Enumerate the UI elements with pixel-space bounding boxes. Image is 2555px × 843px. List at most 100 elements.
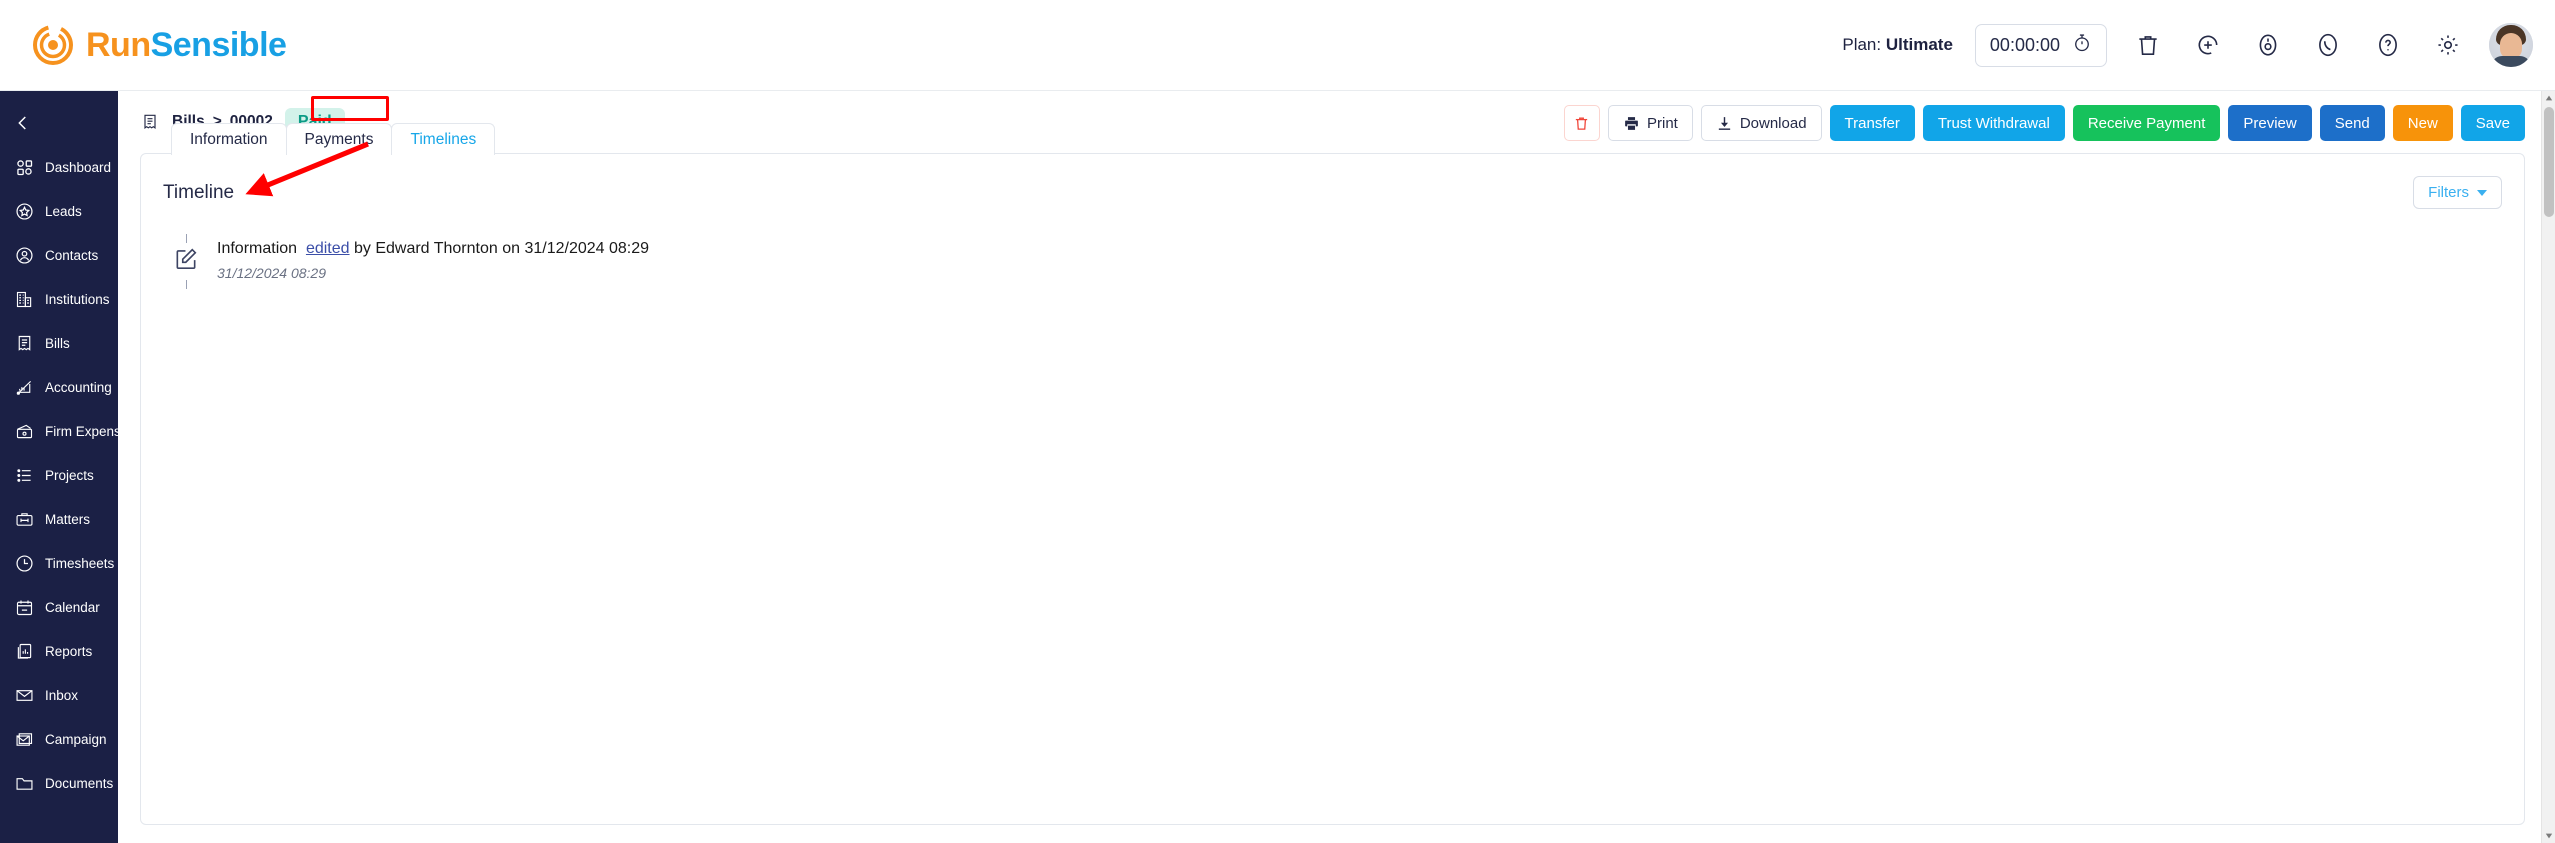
- detail-card: Information Payments Timelines Timeline …: [140, 123, 2525, 825]
- delete-button[interactable]: [1563, 105, 1600, 141]
- trash-icon[interactable]: [2129, 26, 2167, 64]
- phone-icon[interactable]: [2309, 26, 2347, 64]
- sidebar-item-dashboard[interactable]: Dashboard: [0, 145, 118, 189]
- top-header-bar: RunSensible Plan: Ultimate 00:00:00: [0, 0, 2555, 91]
- main-content-area: Bills > 00002 Paid Print Download Transf…: [118, 91, 2555, 843]
- print-label: Print: [1646, 114, 1678, 132]
- sidebar-item-label: Documents: [45, 775, 114, 791]
- preview-button[interactable]: Preview: [2228, 105, 2312, 141]
- sidebar-item-documents[interactable]: Documents: [0, 761, 118, 805]
- save-button[interactable]: Save: [2460, 105, 2525, 141]
- calendar-icon: [13, 596, 35, 618]
- page-title: Timeline: [163, 181, 235, 203]
- stopwatch-icon[interactable]: [2072, 33, 2092, 58]
- timeline-list: Information edited by Edward Thornton on…: [171, 232, 2502, 289]
- app-logo[interactable]: RunSensible: [32, 24, 287, 66]
- plan-value: Ultimate: [1885, 35, 1953, 54]
- logo-text-sensible: Sensible: [150, 25, 287, 64]
- send-button[interactable]: Send: [2319, 105, 2385, 141]
- record-action-toolbar: Print Download Transfer Trust Withdrawal…: [1563, 105, 2525, 141]
- wallet-icon: [13, 420, 35, 442]
- sidebar-item-label: Inbox: [45, 687, 79, 703]
- sidebar-item-campaign[interactable]: Campaign: [0, 717, 118, 761]
- sidebar-item-label: Leads: [45, 203, 82, 219]
- sidebar-item-inbox[interactable]: Inbox: [0, 673, 118, 717]
- list-icon: [13, 464, 35, 486]
- sidebar-item-label: Calendar: [45, 599, 100, 615]
- sidebar-item-calendar[interactable]: Calendar: [0, 585, 118, 629]
- logo-text-run: Run: [86, 25, 151, 64]
- sidebar-item-label: Accounting: [45, 379, 112, 395]
- timeline-entry-text: Information edited by Edward Thornton on…: [217, 238, 649, 260]
- download-icon: [1718, 116, 1730, 130]
- sidebar-item-label: Bills: [45, 335, 70, 351]
- add-circle-icon[interactable]: [2189, 26, 2227, 64]
- sidebar-item-timesheets[interactable]: Timesheets: [0, 541, 118, 585]
- chevron-left-icon: [18, 116, 26, 130]
- timer-widget[interactable]: 00:00:00: [1974, 23, 2107, 67]
- sidebar-item-reports[interactable]: Reports: [0, 629, 118, 673]
- printer-icon: [1625, 116, 1638, 130]
- card-header: Timeline Filters: [163, 176, 2502, 209]
- chart-pen-icon: [13, 376, 35, 398]
- sidebar-item-label: Campaign: [45, 731, 107, 747]
- scroll-down-arrow[interactable]: [2542, 829, 2555, 843]
- tab-payments[interactable]: Payments: [285, 123, 393, 155]
- timeline-entry: Information edited by Edward Thornton on…: [171, 232, 2502, 289]
- timeline-entry-subject: Information: [217, 240, 298, 257]
- timeline-connector-bottom: [185, 280, 187, 289]
- timeline-connector-top: [185, 234, 187, 243]
- edit-square-icon: [173, 246, 199, 277]
- scrollbar-thumb[interactable]: [2544, 107, 2554, 217]
- filters-button[interactable]: Filters: [2413, 176, 2502, 209]
- campaign-mail-icon: [13, 728, 35, 750]
- filters-label: Filters: [2428, 184, 2469, 201]
- sidebar-item-label: Timesheets: [45, 555, 115, 571]
- main-sidebar: Dashboard Leads Contacts Institutions Bi…: [0, 91, 118, 843]
- download-button[interactable]: Download: [1700, 105, 1822, 141]
- report-chart-icon: [13, 640, 35, 662]
- help-icon[interactable]: [2369, 26, 2407, 64]
- sidebar-item-accounting[interactable]: Accounting: [0, 365, 118, 409]
- sidebar-item-label: Firm Expenses: [45, 423, 118, 439]
- tab-timelines[interactable]: Timelines: [391, 123, 496, 155]
- receipt-icon: [13, 332, 35, 354]
- tab-information[interactable]: Information: [171, 123, 287, 155]
- vertical-scrollbar[interactable]: [2541, 91, 2555, 843]
- notification-bell-icon[interactable]: [2249, 26, 2287, 64]
- plan-indicator: Plan: Ultimate: [1842, 35, 1953, 55]
- sidebar-item-label: Dashboard: [45, 159, 112, 175]
- clock-icon: [13, 552, 35, 574]
- avatar[interactable]: [2489, 23, 2533, 67]
- timeline-entry-edited-link[interactable]: edited: [306, 240, 350, 257]
- scroll-up-arrow[interactable]: [2542, 91, 2555, 105]
- sidebar-item-firm-expenses[interactable]: Firm Expenses: [0, 409, 118, 453]
- sidebar-item-contacts[interactable]: Contacts: [0, 233, 118, 277]
- sunburst-ring-icon: [32, 24, 74, 66]
- star-badge-icon: [13, 200, 35, 222]
- dashboard-grid-icon: [13, 156, 35, 178]
- tab-bar: Information Payments Timelines: [171, 123, 496, 155]
- sidebar-item-projects[interactable]: Projects: [0, 453, 118, 497]
- sidebar-item-label: Reports: [45, 643, 93, 659]
- timeline-entry-author: by Edward Thornton on 31/12/2024 08:29: [353, 240, 650, 257]
- trust-withdrawal-button[interactable]: Trust Withdrawal: [1922, 105, 2065, 141]
- folder-icon: [13, 772, 35, 794]
- sidebar-item-label: Projects: [45, 467, 94, 483]
- receive-payment-button[interactable]: Receive Payment: [2072, 105, 2221, 141]
- sidebar-item-matters[interactable]: Matters: [0, 497, 118, 541]
- transfer-button[interactable]: Transfer: [1829, 105, 1915, 141]
- receipt-icon: [140, 112, 160, 132]
- briefcase-icon: [13, 508, 35, 530]
- timeline-entry-timestamp: 31/12/2024 08:29: [217, 265, 326, 282]
- sidebar-item-institutions[interactable]: Institutions: [0, 277, 118, 321]
- timer-value: 00:00:00: [1989, 34, 2060, 55]
- person-circle-icon: [13, 244, 35, 266]
- sidebar-item-leads[interactable]: Leads: [0, 189, 118, 233]
- new-button[interactable]: New: [2392, 105, 2453, 141]
- plan-label: Plan:: [1842, 35, 1882, 54]
- sidebar-item-bills[interactable]: Bills: [0, 321, 118, 365]
- print-button[interactable]: Print: [1607, 105, 1693, 141]
- sidebar-collapse-button[interactable]: [0, 101, 118, 145]
- settings-gear-icon[interactable]: [2429, 26, 2467, 64]
